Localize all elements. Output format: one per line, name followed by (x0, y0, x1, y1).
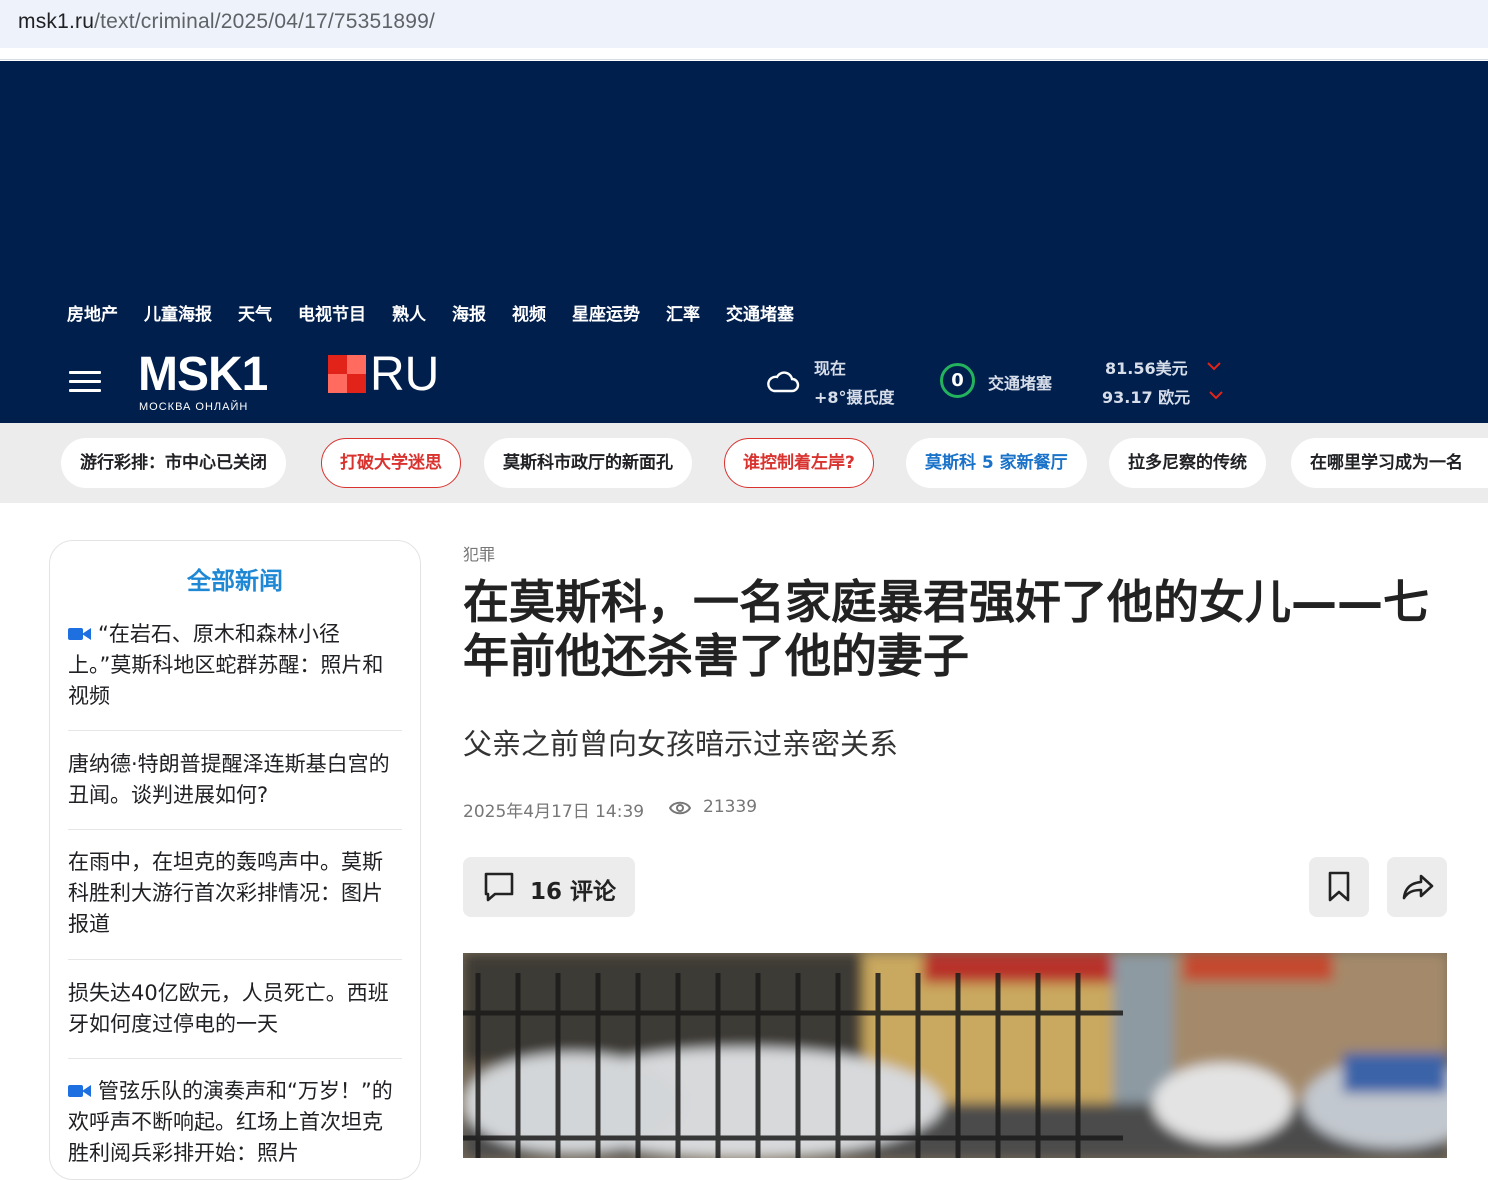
comments-label: 16 评论 (530, 879, 617, 905)
video-camera-icon (68, 627, 92, 641)
traffic-label: 交通堵塞 (988, 374, 1053, 393)
all-news-sidebar: 全部新闻 “在岩石、原木和森林小径上。”莫斯科地区蛇群苏醒：照片和视频 唐纳德·… (49, 540, 421, 1180)
article-subhead: 父亲之前曾向女孩暗示过亲密关系 (463, 727, 899, 761)
divider (68, 1058, 402, 1059)
video-camera-icon (68, 1084, 92, 1098)
news-headline: 在雨中，在坦克的轰鸣声中。莫斯科胜利大游行首次彩排情况：图片报道 (68, 850, 383, 936)
nav-link-realty[interactable]: 房地产 (67, 300, 118, 325)
topic-pill[interactable]: 打破大学迷思 (321, 438, 461, 488)
share-icon (1402, 874, 1434, 900)
list-item[interactable]: 管弦乐队的演奏声和“万岁！”的欢呼声不断响起。红场上首次坦克胜利阅兵彩排开始：照… (68, 1076, 402, 1169)
topic-pill[interactable]: 谁控制着左岸? (724, 438, 874, 488)
site-logo[interactable]: MSK1 RU МОСКВА ОНЛАЙН (138, 348, 448, 414)
list-item[interactable]: “在岩石、原木和森林小径上。”莫斯科地区蛇群苏醒：照片和视频 (68, 619, 402, 712)
view-count: 21339 (703, 797, 758, 817)
article-headline: 在莫斯科，一名家庭暴君强奸了他的女儿——七年前他还杀害了他的妻子 (463, 575, 1429, 683)
weather-temp: +8°摄氏度 (814, 388, 895, 407)
share-button[interactable] (1387, 857, 1447, 917)
topic-pill[interactable]: 莫斯科市政厅的新面孔 (484, 438, 692, 488)
list-item[interactable]: 在雨中，在坦克的轰鸣声中。莫斯科胜利大游行首次彩排情况：图片报道 (68, 847, 402, 940)
logo-tagline: МОСКВА ОНЛАЙН (139, 401, 249, 413)
comments-button[interactable]: 16 评论 (463, 857, 635, 917)
list-item[interactable]: 唐纳德·特朗普提醒泽连斯基白宫的丑闻。谈判进展如何? (68, 749, 402, 811)
weather-label: 现在 (814, 359, 847, 378)
eur-rate: 93.17 欧元 (1102, 388, 1191, 407)
nav-link-rates[interactable]: 汇率 (666, 300, 700, 325)
news-headline: 管弦乐队的演奏声和“万岁！”的欢呼声不断响起。红场上首次坦克胜利阅兵彩排开始：照… (68, 1079, 393, 1165)
chevron-down-icon (1209, 391, 1223, 400)
chevron-down-icon (1207, 362, 1221, 371)
logo-suffix: RU (370, 348, 440, 401)
trending-topics-bar: 游行彩排：市中心已关闭 打破大学迷思 莫斯科市政厅的新面孔 谁控制着左岸? 莫斯… (0, 423, 1488, 503)
nav-link-tv[interactable]: 电视节目 (298, 300, 366, 325)
topic-pill[interactable]: 莫斯科 5 家新餐厅 (906, 438, 1087, 488)
nav-link-traffic[interactable]: 交通堵塞 (726, 300, 794, 325)
article-photo (463, 953, 1447, 1158)
topic-pill[interactable]: 游行彩排：市中心已关闭 (61, 438, 286, 488)
topic-pill[interactable]: 在哪里学习成为一名 (1291, 438, 1488, 488)
news-headline: 唐纳德·特朗普提醒泽连斯基白宫的丑闻。谈判进展如何? (68, 752, 390, 807)
nav-link-dating[interactable]: 熟人 (392, 300, 426, 325)
divider (68, 959, 402, 960)
topic-pill[interactable]: 拉多尼察的传统 (1109, 438, 1266, 488)
traffic-score: 0 (940, 363, 975, 398)
article-date: 2025年4月17日 14:39 (463, 802, 645, 822)
photo-scene (463, 953, 1447, 1158)
nav-link-weather[interactable]: 天气 (238, 300, 272, 325)
logo-wordmark: MSK1 (138, 348, 268, 401)
url-path: /text/criminal/2025/04/17/75351899/ (94, 10, 435, 33)
nav-link-poster[interactable]: 海报 (452, 300, 486, 325)
eye-icon (669, 801, 691, 815)
divider (68, 730, 402, 731)
divider (68, 829, 402, 830)
currency-rates[interactable]: 81.56美元 93.17 欧元 (1102, 351, 1242, 411)
news-headline: 损失达40亿欧元，人员死亡。西班牙如何度过停电的一天 (68, 981, 389, 1036)
cloud-icon (767, 371, 800, 393)
bookmark-button[interactable] (1309, 857, 1369, 917)
article-category[interactable]: 犯罪 (463, 541, 495, 565)
sidebar-title[interactable]: 全部新闻 (50, 561, 420, 596)
comment-icon (484, 872, 514, 902)
url-text[interactable]: msk1.ru/text/criminal/2025/04/17/7535189… (18, 10, 435, 34)
bookmark-icon (1328, 871, 1350, 902)
menu-icon[interactable] (69, 371, 101, 393)
list-item[interactable]: 损失达40亿欧元，人员死亡。西班牙如何度过停电的一天 (68, 978, 402, 1040)
url-host: msk1.ru (18, 10, 95, 33)
nav-link-horoscope[interactable]: 星座运势 (572, 300, 640, 325)
logo-squares-icon (328, 355, 366, 393)
top-nav: 房地产 儿童海报 天气 电视节目 熟人 海报 视频 星座运势 汇率 交通堵塞 (67, 300, 820, 325)
news-headline: “在岩石、原木和森林小径上。”莫斯科地区蛇群苏醒：照片和视频 (68, 622, 384, 708)
toolbar-separator (0, 48, 1488, 60)
usd-rate: 81.56美元 (1105, 359, 1188, 378)
nav-link-kids-poster[interactable]: 儿童海报 (144, 300, 212, 325)
address-bar[interactable]: msk1.ru/text/criminal/2025/04/17/7535189… (0, 0, 1488, 48)
nav-link-video[interactable]: 视频 (512, 300, 546, 325)
site-header: 房地产 儿童海报 天气 电视节目 熟人 海报 视频 星座运势 汇率 交通堵塞 M… (0, 61, 1488, 423)
